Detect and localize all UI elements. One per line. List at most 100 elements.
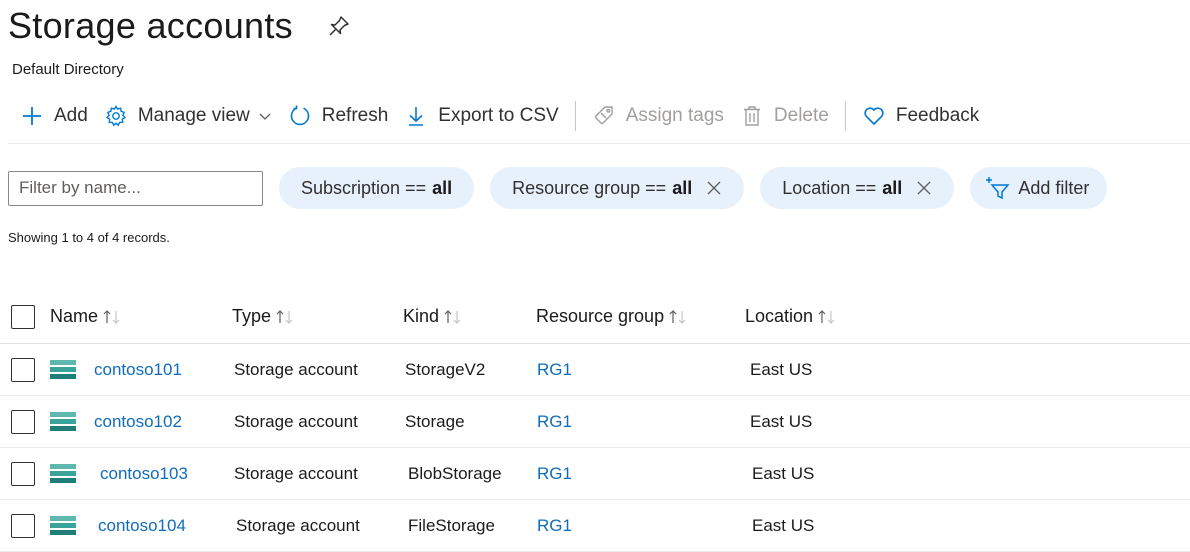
add-filter-label: Add filter	[1018, 177, 1090, 198]
row-checkbox[interactable]	[11, 461, 35, 486]
storage-account-icon	[50, 359, 76, 379]
kind-cell: Storage	[405, 411, 465, 431]
gear-icon	[105, 105, 126, 127]
storage-account-link[interactable]: contoso103	[100, 464, 188, 484]
column-header-resource-group-label: Resource group	[536, 306, 665, 326]
storage-account-link[interactable]: contoso102	[94, 412, 182, 432]
sort-icon	[818, 309, 835, 324]
row-checkbox[interactable]	[11, 513, 35, 538]
subscription-filter-label: Subscription ==	[301, 177, 427, 198]
column-header-location-label: Location	[745, 306, 814, 326]
sort-icon	[669, 309, 686, 324]
location-cell: East US	[752, 463, 815, 483]
chevron-down-icon	[259, 113, 271, 120]
storage-account-link[interactable]: contoso104	[98, 516, 186, 536]
manage-view-button[interactable]: Manage view	[96, 96, 280, 136]
export-csv-button[interactable]: Export to CSV	[396, 96, 566, 136]
refresh-button[interactable]: Refresh	[280, 96, 397, 136]
download-icon	[409, 107, 424, 126]
resource-group-cell: RG1	[537, 344, 572, 395]
name-cell: contoso102	[50, 396, 182, 447]
tag-icon	[594, 106, 613, 125]
resource-group-filter-pill[interactable]: Resource group == all	[490, 167, 745, 209]
table-row[interactable]: contoso103 Storage account BlobStorage R…	[0, 448, 1190, 500]
column-header-kind-label: Kind	[403, 306, 440, 326]
type-cell: Storage account	[236, 515, 360, 535]
table-row[interactable]: contoso104 Storage account FileStorage R…	[0, 500, 1190, 552]
table-row[interactable]: contoso101 Storage account StorageV2 RG1…	[0, 344, 1190, 396]
resource-group-filter-label: Resource group ==	[512, 177, 667, 198]
resource-group-filter-value: all	[672, 177, 693, 198]
column-header-type[interactable]: Type	[232, 290, 295, 343]
column-header-name-label: Name	[50, 306, 99, 326]
name-cell: contoso103	[50, 448, 188, 499]
type-cell: Storage account	[234, 411, 358, 431]
trash-icon	[743, 106, 760, 126]
filter-bar: Subscription == all Resource group == al…	[8, 166, 1108, 210]
table-header-row: Name Type Kind Resource group Location	[0, 290, 1190, 344]
kind-cell: StorageV2	[405, 359, 486, 379]
sort-icon	[444, 309, 461, 324]
close-icon[interactable]	[916, 180, 932, 196]
delete-label: Delete	[773, 105, 829, 126]
heart-icon	[864, 107, 884, 126]
location-filter-pill[interactable]: Location == all	[760, 167, 955, 209]
kind-cell: FileStorage	[408, 515, 495, 535]
row-checkbox[interactable]	[11, 409, 35, 434]
pin-icon[interactable]	[327, 14, 351, 38]
feedback-label: Feedback	[895, 105, 980, 126]
title-row: Storage accounts	[8, 0, 351, 52]
feedback-button[interactable]: Feedback	[854, 96, 987, 136]
location-filter-label: Location ==	[782, 177, 877, 198]
resource-group-link[interactable]: RG1	[537, 516, 572, 536]
type-cell: Storage account	[234, 463, 358, 483]
row-checkbox[interactable]	[11, 357, 35, 382]
refresh-icon	[290, 105, 310, 126]
resource-group-cell: RG1	[537, 500, 572, 551]
storage-account-icon	[50, 463, 76, 483]
select-all-checkbox[interactable]	[11, 304, 35, 329]
type-cell: Storage account	[234, 359, 358, 379]
location-cell: East US	[750, 359, 813, 379]
manage-view-label: Manage view	[137, 105, 250, 126]
command-bar: Add Manage view Refresh Export to CSV As…	[12, 96, 987, 136]
sort-icon	[276, 309, 293, 324]
kind-cell: BlobStorage	[408, 463, 502, 483]
delete-button[interactable]: Delete	[732, 96, 837, 136]
column-header-resource-group[interactable]: Resource group	[536, 290, 688, 343]
table-row[interactable]: contoso102 Storage account Storage RG1 E…	[0, 396, 1190, 448]
storage-account-link[interactable]: contoso101	[94, 360, 182, 380]
filter-by-name-input[interactable]	[8, 170, 263, 206]
resource-group-link[interactable]: RG1	[537, 464, 572, 484]
add-button[interactable]: Add	[12, 96, 96, 136]
column-header-type-label: Type	[232, 306, 272, 326]
resource-group-link[interactable]: RG1	[537, 412, 572, 432]
name-cell: contoso101	[50, 344, 182, 395]
resource-group-cell: RG1	[537, 396, 572, 447]
location-cell: East US	[752, 515, 815, 535]
plus-icon	[23, 107, 41, 125]
toolbar-divider	[8, 143, 1190, 144]
resource-group-link[interactable]: RG1	[537, 360, 572, 380]
subscription-filter-pill[interactable]: Subscription == all	[279, 167, 475, 209]
add-filter-button[interactable]: Add filter	[970, 167, 1108, 209]
close-icon[interactable]	[706, 180, 722, 196]
refresh-label: Refresh	[321, 105, 389, 126]
toolbar-separator	[574, 101, 576, 131]
assign-tags-label: Assign tags	[625, 105, 724, 126]
export-csv-label: Export to CSV	[438, 105, 559, 126]
storage-accounts-grid: Name Type Kind Resource group Location c…	[0, 290, 1190, 552]
storage-account-icon	[50, 515, 76, 535]
name-cell: contoso104	[50, 500, 186, 551]
records-count: Showing 1 to 4 of 4 records.	[8, 230, 170, 245]
resource-group-cell: RG1	[537, 448, 572, 499]
column-header-location[interactable]: Location	[745, 290, 837, 343]
column-header-kind[interactable]: Kind	[403, 290, 463, 343]
location-cell: East US	[750, 411, 813, 431]
assign-tags-button[interactable]: Assign tags	[584, 96, 732, 136]
column-header-name[interactable]: Name	[50, 290, 122, 343]
add-label: Add	[54, 105, 88, 126]
toolbar-separator	[844, 101, 846, 131]
page-title: Storage accounts	[8, 5, 293, 46]
directory-subtitle: Default Directory	[12, 61, 124, 78]
